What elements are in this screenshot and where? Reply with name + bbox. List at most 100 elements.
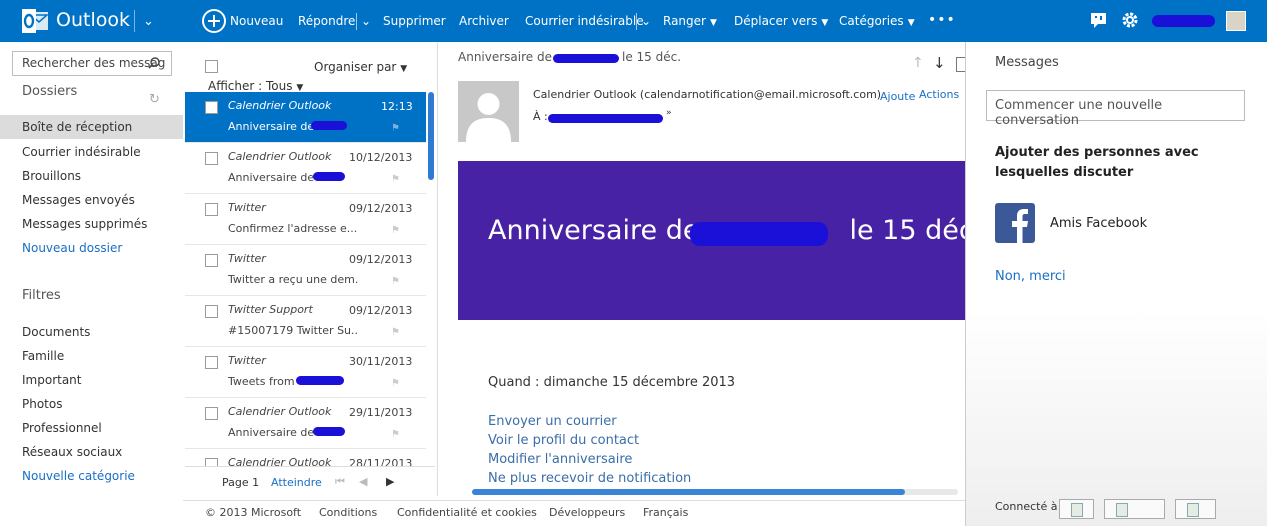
first-page-icon[interactable]: ⏮ [335, 475, 345, 489]
actions-link[interactable]: Actions [919, 88, 959, 101]
list-item[interactable]: Twitter 09/12/2013 Confirmez l'adresse e… [185, 194, 426, 245]
divider [356, 13, 357, 30]
new-plus-icon[interactable] [202, 9, 226, 33]
horizontal-scroll-thumb[interactable] [472, 489, 905, 495]
item-subject: Anniversaire de [228, 426, 315, 439]
archive-button[interactable]: Archiver [459, 14, 509, 28]
connected-service-icon[interactable] [1104, 499, 1165, 519]
item-checkbox[interactable] [205, 152, 218, 165]
item-checkbox[interactable] [205, 356, 218, 369]
reply-chevron-icon[interactable]: ⌄ [361, 14, 371, 28]
flag-icon[interactable]: ⚑ [391, 276, 400, 287]
item-date: 09/12/2013 [349, 304, 413, 317]
new-button[interactable]: Nouveau [230, 14, 283, 28]
new-category-link[interactable]: Nouvelle catégorie [22, 469, 135, 483]
filter-social[interactable]: Réseaux sociaux [22, 445, 122, 459]
developers-link[interactable]: Développeurs [549, 506, 625, 519]
no-thanks-link[interactable]: Non, merci [995, 269, 1066, 284]
flag-icon[interactable]: ⚑ [391, 123, 400, 134]
language-link[interactable]: Français [643, 506, 688, 519]
search-icon[interactable] [148, 57, 160, 69]
connected-service-icon[interactable] [1059, 499, 1094, 519]
connected-service-icon[interactable] [1175, 499, 1216, 519]
item-checkbox[interactable] [205, 305, 218, 318]
move-to-button[interactable]: Déplacer vers ▼ [734, 14, 828, 28]
item-sender: Calendrier Outlook [228, 405, 332, 418]
folder-junk[interactable]: Courrier indésirable [22, 145, 141, 159]
terms-link[interactable]: Conditions [319, 506, 377, 519]
brand-name[interactable]: Outlook [56, 9, 130, 31]
new-folder-link[interactable]: Nouveau dossier [22, 241, 122, 255]
next-message-icon[interactable]: ↓ [933, 54, 946, 72]
pager: Page 1 Atteindre ⏮ ◀ ▶ [185, 466, 435, 496]
flag-icon[interactable]: ⚑ [391, 174, 400, 185]
folder-deleted[interactable]: Messages supprimés [22, 217, 147, 231]
edit-birthday-link[interactable]: Modifier l'anniversaire [488, 452, 632, 467]
select-all-checkbox[interactable] [205, 60, 218, 73]
app-switcher-chevron-icon[interactable]: ⌄ [143, 14, 154, 29]
flag-icon[interactable]: ⚑ [391, 429, 400, 440]
sweep-button[interactable]: Ranger ▼ [663, 14, 717, 28]
item-date: 09/12/2013 [349, 253, 413, 266]
list-item[interactable]: Twitter 30/11/2013 Tweets from ⚑ [185, 347, 426, 398]
item-checkbox[interactable] [205, 203, 218, 216]
filter-important[interactable]: Important [22, 373, 82, 387]
junk-button[interactable]: Courrier indésirable [525, 14, 644, 28]
refresh-icon[interactable]: ↻ [149, 92, 160, 107]
facebook-friends-label[interactable]: Amis Facebook [1050, 216, 1147, 231]
previous-message-icon[interactable]: ↑ [912, 55, 924, 71]
gear-icon[interactable] [1121, 11, 1139, 29]
item-subject: #15007179 Twitter Su... [228, 324, 358, 337]
item-subject: Anniversaire de [228, 120, 315, 133]
folder-sent[interactable]: Messages envoyés [22, 193, 135, 207]
item-checkbox[interactable] [205, 407, 218, 420]
user-name[interactable] [1152, 15, 1215, 27]
list-item[interactable]: Twitter Support 09/12/2013 #15007179 Twi… [185, 296, 426, 347]
filter-family[interactable]: Famille [22, 349, 64, 363]
next-page-icon[interactable]: ▶ [386, 475, 394, 488]
previous-page-icon[interactable]: ◀ [359, 475, 367, 488]
flag-icon[interactable]: ⚑ [391, 327, 400, 338]
delete-button[interactable]: Supprimer [383, 14, 446, 28]
facebook-icon[interactable] [995, 203, 1035, 243]
move-to-label: Déplacer vers [734, 14, 818, 28]
list-item[interactable]: Calendrier Outlook 10/12/2013 Anniversai… [185, 143, 426, 194]
unsubscribe-link[interactable]: Ne plus recevoir de notification [488, 471, 691, 486]
popout-icon[interactable] [956, 57, 965, 72]
banner-suffix: le 15 déc. [849, 215, 983, 246]
chat-icon[interactable] [1090, 11, 1108, 29]
categories-button[interactable]: Catégories ▼ [839, 14, 915, 28]
new-conversation-input[interactable]: Commencer une nouvelle conversation [986, 90, 1245, 128]
filter-documents[interactable]: Documents [22, 325, 90, 339]
folder-inbox[interactable]: Boîte de réception [0, 115, 183, 139]
organize-dropdown[interactable]: Organiser par ▼ [314, 60, 407, 74]
junk-chevron-icon[interactable]: ⌄ [641, 14, 651, 28]
more-icon[interactable]: ••• [928, 12, 956, 28]
user-avatar[interactable] [1226, 11, 1246, 31]
sender-name[interactable]: Calendrier Outlook [533, 88, 636, 101]
expand-recipients-icon[interactable]: » [666, 108, 672, 118]
filter-photos[interactable]: Photos [22, 397, 62, 411]
filter-professional[interactable]: Professionnel [22, 421, 102, 435]
redaction [553, 54, 619, 63]
show-filter-dropdown[interactable]: Afficher : Tous ▼ [208, 79, 303, 93]
privacy-link[interactable]: Confidentialité et cookies [397, 506, 537, 519]
view-profile-link[interactable]: Voir le profil du contact [488, 433, 639, 448]
outlook-logo-icon[interactable] [21, 7, 49, 35]
item-checkbox[interactable] [205, 254, 218, 267]
list-item[interactable]: Calendrier Outlook 29/11/2013 Anniversai… [185, 398, 426, 449]
go-to-page-link[interactable]: Atteindre [271, 476, 322, 489]
send-email-link[interactable]: Envoyer un courrier [488, 414, 617, 429]
list-item[interactable]: Calendrier Outlook 12:13 Anniversaire de… [185, 92, 426, 143]
add-contact-link[interactable]: Ajoute [880, 90, 915, 103]
show-filter-label: Afficher : Tous [208, 79, 293, 93]
list-item[interactable]: Twitter 09/12/2013 Twitter a reçu une de… [185, 245, 426, 296]
reply-button[interactable]: Répondre [298, 14, 355, 28]
flag-icon[interactable]: ⚑ [391, 378, 400, 389]
flag-icon[interactable]: ⚑ [391, 225, 400, 236]
facebook-logo-icon [1012, 209, 1028, 243]
list-item[interactable]: Calendrier Outlook 28/11/2013 [185, 449, 426, 467]
item-checkbox[interactable] [205, 101, 218, 114]
folder-drafts[interactable]: Brouillons [22, 169, 81, 183]
list-scrollbar[interactable] [428, 92, 434, 180]
